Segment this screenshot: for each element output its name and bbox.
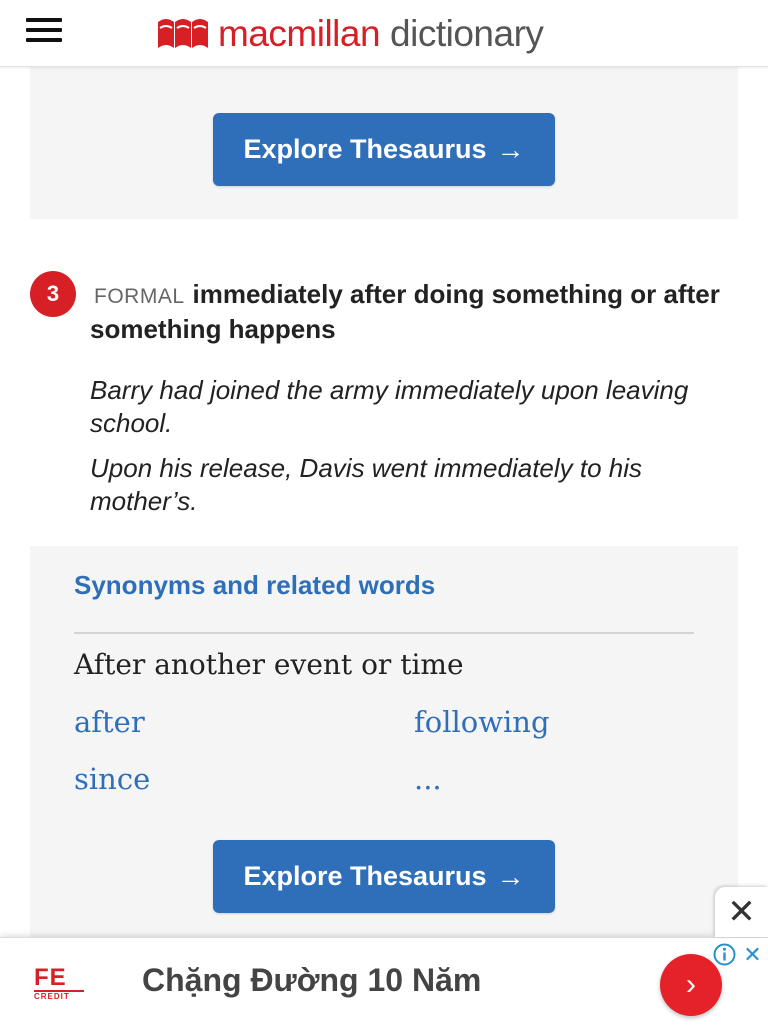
example-sentence: Upon his release, Davis went immediately… [90,453,643,516]
chevron-right-icon: › [686,968,696,1001]
ad-headline[interactable]: Chặng Đường 10 Năm [142,962,481,999]
explore-thesaurus-label: Explore Thesaurus [243,134,487,164]
ad-dismiss-icon[interactable]: ✕ [740,942,765,967]
macmillan-logo[interactable]: macmillan dictionary [156,12,544,56]
synonym-link-after[interactable]: after [74,705,145,739]
site-header: macmillan dictionary [0,0,768,67]
close-icon: ✕ [727,893,756,931]
synonym-link-since[interactable]: since [74,762,150,796]
logo-word-dictionary: dictionary [390,13,544,54]
ad-logo-subtext: CREDIT [34,990,84,1001]
divider [74,632,694,634]
explore-thesaurus-label: Explore Thesaurus [243,861,487,891]
ad-logo-text: FE [34,964,67,991]
explore-thesaurus-button[interactable]: Explore Thesaurus → [213,840,555,913]
synonym-link-following[interactable]: following [414,705,550,739]
synonyms-heading: After another event or time [74,648,464,681]
arrow-right-icon: → [496,860,525,892]
synonyms-title-link[interactable]: Synonyms and related words [74,570,435,601]
example-sentences: Barry had joined the army immediately up… [90,374,740,530]
logo-word-macmillan: macmillan [218,13,381,54]
hamburger-menu-icon[interactable] [26,18,64,48]
example-sentence: Barry had joined the army immediately up… [90,375,689,438]
sense-definition: FORMAL immediately after doing something … [90,278,750,346]
explore-thesaurus-button[interactable]: Explore Thesaurus → [213,113,555,186]
ad-close-button[interactable]: ✕ [715,887,768,937]
arrow-right-icon: → [496,133,525,165]
ad-logo: FE CREDIT [34,966,92,1006]
register-label: FORMAL [94,285,185,308]
sense-number-badge: 3 [30,271,76,317]
logo-flag-icon [158,19,208,48]
ad-info-icon[interactable] [712,942,737,967]
synonym-link-more[interactable]: ... [414,762,442,796]
